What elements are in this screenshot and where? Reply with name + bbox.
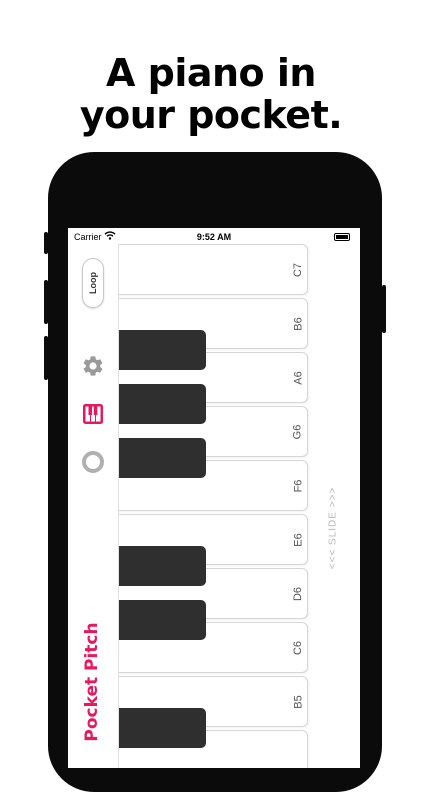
key-label: F6 <box>292 479 305 492</box>
ring-icon[interactable] <box>81 450 105 474</box>
keyboard-icon[interactable] <box>81 402 105 426</box>
sidebar: Loop Pocket Pitch <box>68 244 119 768</box>
headline: A piano in your pocket. <box>0 52 422 136</box>
status-time: 9:52 AM <box>196 232 232 242</box>
slide-hint: <<< SLIDE >>> <box>327 486 339 570</box>
black-key-a-sharp-5[interactable] <box>118 708 206 748</box>
phone-volume-down-button <box>44 336 48 380</box>
status-bar: Carrier 9:52 AM <box>68 228 360 244</box>
phone-volume-up-button <box>44 280 48 324</box>
phone-power-button <box>382 285 386 333</box>
piano-keyboard: C7 B6 A6 G6 F6 E6 D6 C6 B5 <box>118 244 310 768</box>
white-key-c7[interactable]: C7 <box>118 244 308 295</box>
black-key-f-sharp-6[interactable] <box>118 438 206 478</box>
key-label: B6 <box>292 316 305 331</box>
headline-line-2: your pocket. <box>79 93 343 137</box>
key-label: G6 <box>291 424 304 439</box>
headline-line-1: A piano in <box>106 51 316 95</box>
key-label: B5 <box>292 694 305 709</box>
key-label: E6 <box>292 532 305 547</box>
gear-icon[interactable] <box>81 354 105 378</box>
black-key-c-sharp-6[interactable] <box>118 600 206 640</box>
key-label: C7 <box>291 262 304 277</box>
battery-icon <box>334 233 350 241</box>
key-label: D6 <box>291 586 304 601</box>
black-key-a-sharp-6[interactable] <box>118 330 206 370</box>
phone-screen: Carrier 9:52 AM Loop Pocket Pitch C7 B6 … <box>68 228 360 768</box>
key-label: C6 <box>291 640 304 655</box>
black-key-d-sharp-6[interactable] <box>118 546 206 586</box>
app-name: Pocket Pitch <box>82 622 102 742</box>
loop-button-label: Loop <box>88 272 98 294</box>
loop-button[interactable]: Loop <box>82 258 104 308</box>
phone-side-button <box>44 232 48 254</box>
black-key-g-sharp-6[interactable] <box>118 384 206 424</box>
key-label: A6 <box>292 370 305 385</box>
